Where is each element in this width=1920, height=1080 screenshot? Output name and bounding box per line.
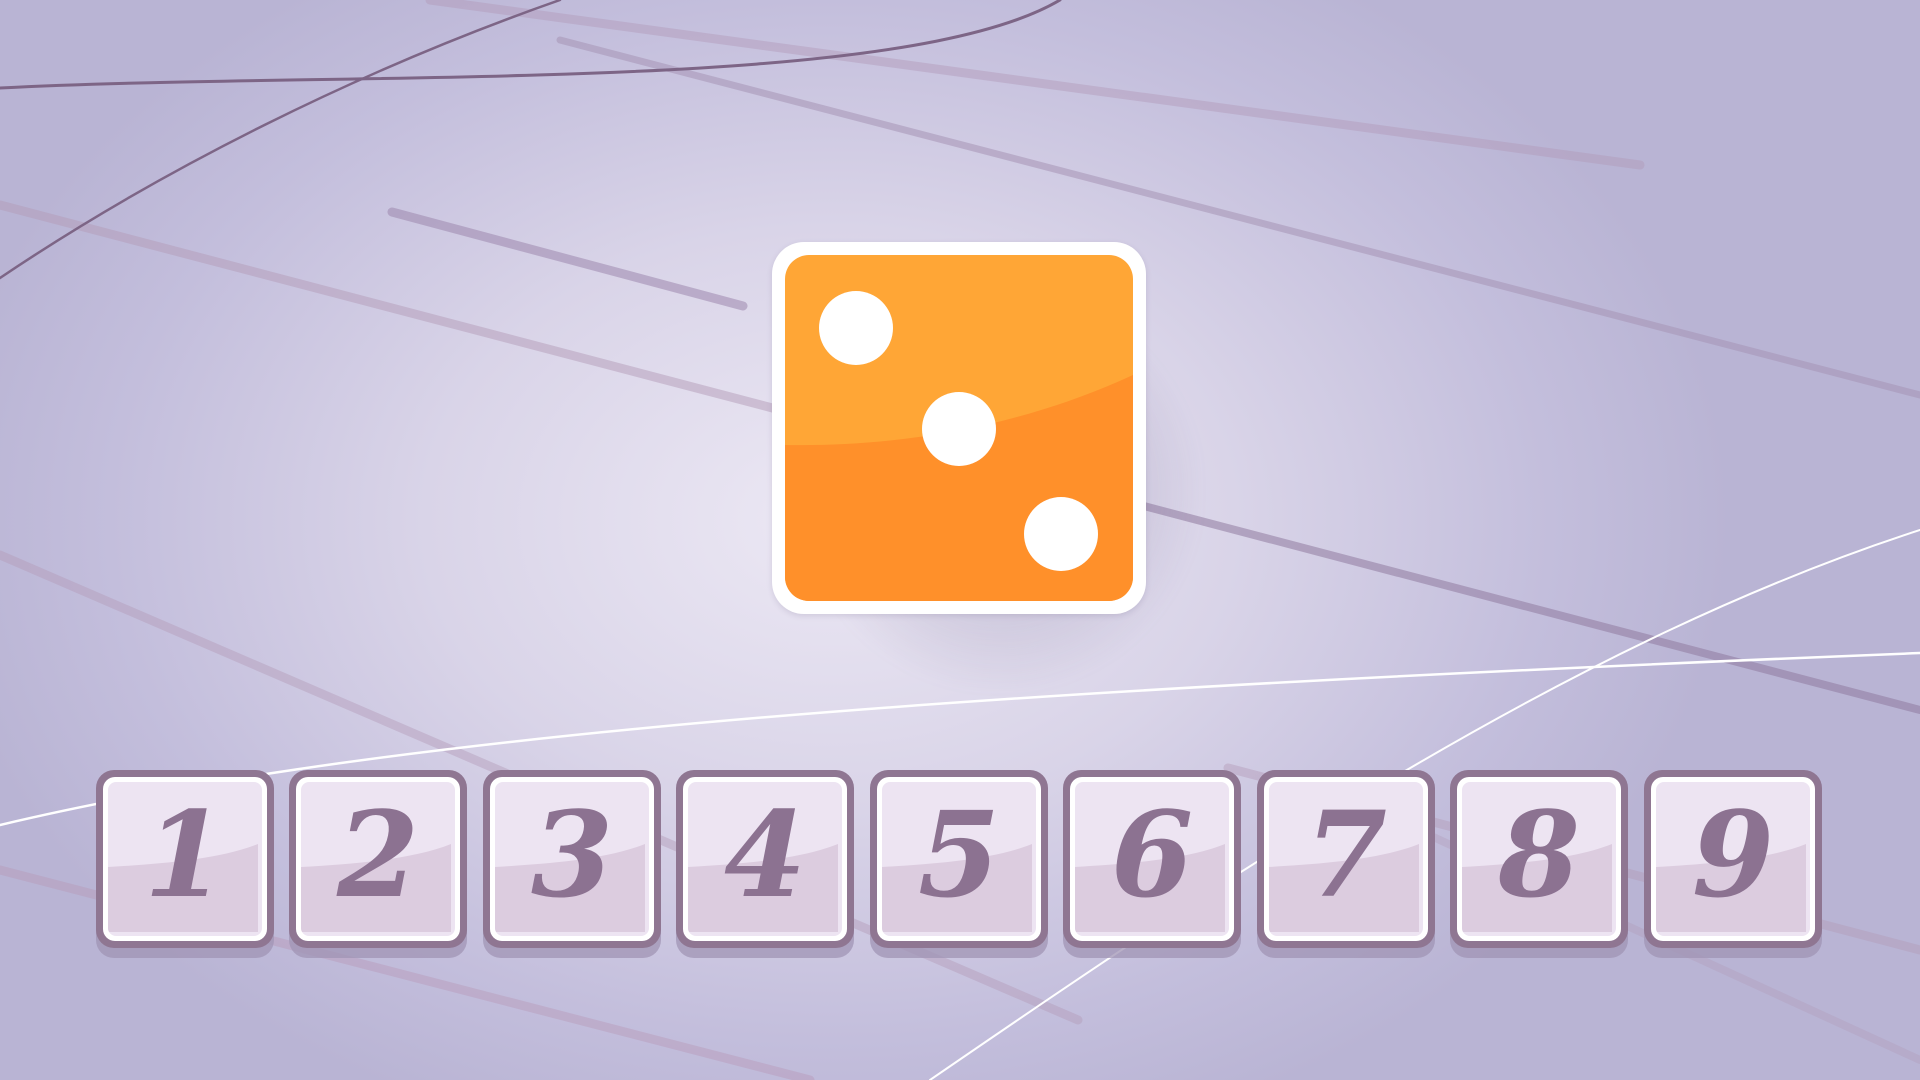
- number-label: 3: [530, 785, 614, 924]
- number-button-5[interactable]: 5: [870, 770, 1048, 948]
- number-label: 4: [723, 785, 807, 924]
- dice-face: [785, 255, 1133, 601]
- number-button-9[interactable]: 9: [1644, 770, 1822, 948]
- number-button-2[interactable]: 2: [289, 770, 467, 948]
- number-button-8[interactable]: 8: [1450, 770, 1628, 948]
- number-button-7[interactable]: 7: [1257, 770, 1435, 948]
- dice-pip: [1024, 497, 1098, 571]
- number-label: 5: [917, 785, 1001, 924]
- dice-pip: [819, 291, 893, 365]
- number-button-4[interactable]: 4: [676, 770, 854, 948]
- number-label: 6: [1110, 785, 1194, 924]
- number-label: 9: [1691, 785, 1775, 924]
- number-button-6[interactable]: 6: [1063, 770, 1241, 948]
- number-label: 1: [143, 785, 227, 924]
- number-label: 7: [1304, 785, 1388, 924]
- number-label: 8: [1497, 785, 1581, 924]
- dice-pip: [922, 392, 996, 466]
- number-button-3[interactable]: 3: [483, 770, 661, 948]
- dice[interactable]: [772, 242, 1146, 614]
- number-button-row: 1 2 3 4 5 6 7 8 9: [96, 770, 1826, 960]
- number-button-1[interactable]: 1: [96, 770, 274, 948]
- number-label: 2: [336, 785, 420, 924]
